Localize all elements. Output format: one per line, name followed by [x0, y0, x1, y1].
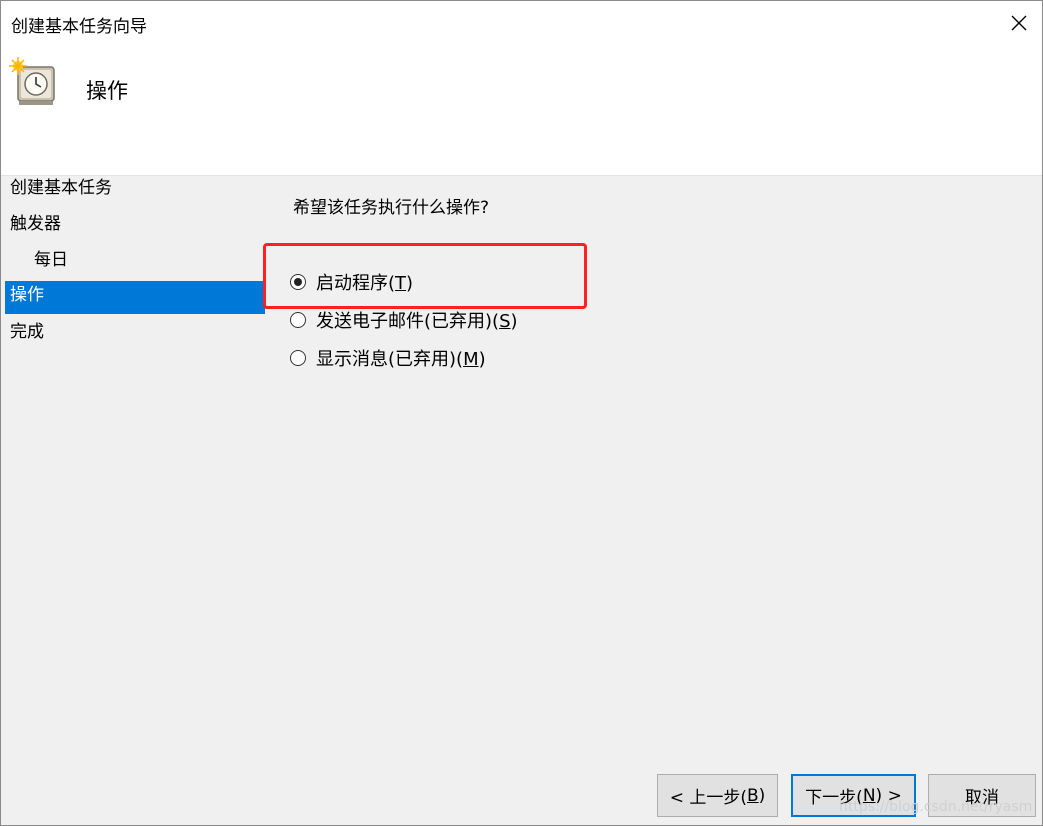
- radio-button-checked-icon[interactable]: [290, 274, 306, 290]
- radio-label: 启动程序(T): [316, 273, 414, 294]
- radio-display-message[interactable]: 显示消息(已弃用)(M): [290, 339, 518, 377]
- sidebar-item-create-basic-task[interactable]: 创建基本任务: [5, 173, 265, 209]
- radio-start-program[interactable]: 启动程序(T): [290, 263, 518, 301]
- wizard-steps-sidebar: 创建基本任务 触发器 每日 操作 完成: [5, 173, 265, 353]
- close-icon: [1011, 15, 1027, 31]
- radio-label: 发送电子邮件(已弃用)(S): [316, 311, 518, 332]
- radio-label: 显示消息(已弃用)(M): [316, 349, 486, 370]
- sidebar-item-daily[interactable]: 每日: [5, 245, 265, 281]
- watermark: https://blog.csdn.net/ryasm: [839, 799, 1033, 815]
- close-button[interactable]: [1002, 7, 1036, 39]
- page-title: 操作: [86, 79, 128, 103]
- radio-button-icon[interactable]: [290, 350, 306, 366]
- radio-send-email[interactable]: 发送电子邮件(已弃用)(S): [290, 301, 518, 339]
- sidebar-item-action[interactable]: 操作: [5, 281, 265, 314]
- wizard-window: 创建基本任务向导 操作 创建基本任务 触发器 每日 操作 完成 希望该任务执行什…: [0, 0, 1043, 826]
- sidebar-item-trigger[interactable]: 触发器: [5, 209, 265, 245]
- window-title: 创建基本任务向导: [11, 17, 147, 37]
- action-content: 希望该任务执行什么操作? 启动程序(T) 发送电子邮件(已弃用)(S) 显示消息…: [290, 193, 518, 377]
- wizard-header: 操作: [1, 45, 1042, 176]
- radio-button-icon[interactable]: [290, 312, 306, 328]
- action-question: 希望该任务执行什么操作?: [293, 198, 490, 218]
- sidebar-item-finish[interactable]: 完成: [5, 317, 265, 353]
- title-bar: 创建基本任务向导: [1, 1, 1042, 45]
- back-button[interactable]: < 上一步(B): [657, 774, 778, 817]
- task-scheduler-clock-icon: [9, 57, 55, 105]
